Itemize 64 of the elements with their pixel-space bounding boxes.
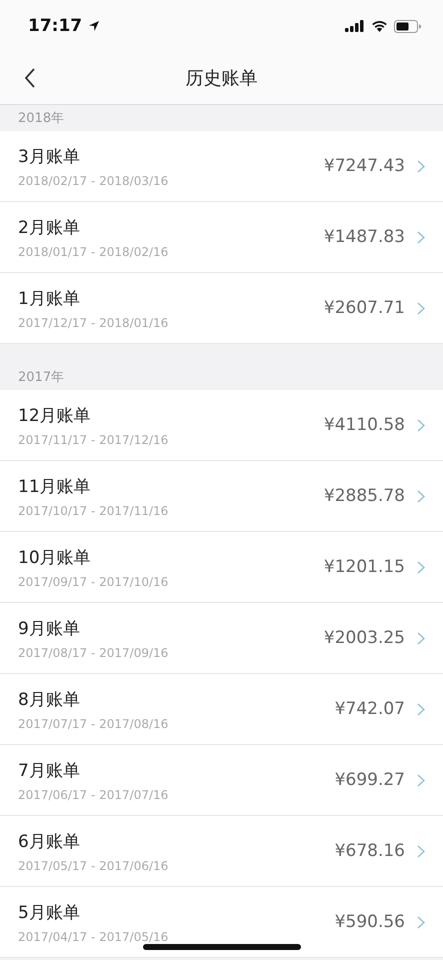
bill-title: 11月账单 xyxy=(18,476,92,498)
bill-title: 1月账单 xyxy=(18,288,81,310)
bill-period: 2017/09/17 - 2017/10/16 xyxy=(18,574,170,588)
chevron-right-icon xyxy=(417,844,425,858)
chevron-right-icon xyxy=(417,418,425,432)
bill-title: 10月账单 xyxy=(18,546,92,568)
location-arrow-icon xyxy=(88,20,100,32)
bill-period: 2017/04/17 - 2017/05/16 xyxy=(18,930,170,944)
bill-amount: ¥7247.43 xyxy=(324,156,405,176)
bill-list-item[interactable]: 10月账单 2017/09/17 - 2017/10/16 ¥1201.15 xyxy=(0,532,443,603)
bill-period: 2017/10/17 - 2017/11/16 xyxy=(18,504,170,518)
bill-list-item[interactable]: 6月账单 2017/05/17 - 2017/06/16 ¥678.16 xyxy=(0,816,443,887)
bill-title: 9月账单 xyxy=(18,618,81,640)
chevron-right-icon xyxy=(417,916,425,928)
bill-list-item[interactable]: 7月账单 2017/06/17 - 2017/07/16 ¥699.27 xyxy=(0,745,443,816)
status-time: 17:17 xyxy=(28,16,82,36)
chevron-right-icon xyxy=(417,160,425,172)
bill-title: 6月账单 xyxy=(18,830,81,852)
bill-list-item[interactable]: 8月账单 2017/07/17 - 2017/08/16 ¥742.07 xyxy=(0,674,443,745)
bill-amount: ¥1487.83 xyxy=(324,227,405,247)
battery-icon xyxy=(394,20,421,32)
bill-period: 2018/02/17 - 2018/03/16 xyxy=(18,174,170,188)
back-chevron-icon xyxy=(24,68,36,88)
bill-period: 2017/08/17 - 2017/09/16 xyxy=(18,646,170,660)
bill-amount: ¥590.56 xyxy=(334,912,405,932)
bill-title: 8月账单 xyxy=(18,688,81,710)
chevron-right-icon xyxy=(417,230,425,244)
page-title: 历史账单 xyxy=(186,67,258,90)
bill-list-item[interactable]: 9月账单 2017/08/17 - 2017/09/16 ¥2003.25 xyxy=(0,603,443,674)
bill-list-item[interactable]: 11月账单 2017/10/17 - 2017/11/16 ¥2885.78 xyxy=(0,461,443,532)
bill-title: 3月账单 xyxy=(18,146,81,168)
bill-period: 2017/05/17 - 2017/06/16 xyxy=(18,858,170,872)
bill-list-item[interactable]: 5月账单 2017/04/17 - 2017/05/16 ¥590.56 xyxy=(0,887,443,958)
wifi-icon xyxy=(371,20,388,32)
chevron-right-icon xyxy=(417,702,425,716)
bill-list-item[interactable]: 3月账单 2018/02/17 - 2018/03/16 ¥7247.43 xyxy=(0,131,443,202)
bill-amount: ¥699.27 xyxy=(334,770,405,790)
section-header: 2017年 xyxy=(18,369,64,386)
bill-period: 2017/12/17 - 2018/01/16 xyxy=(18,316,170,330)
chevron-right-icon xyxy=(417,302,425,314)
bill-period: 2018/01/17 - 2018/02/16 xyxy=(18,244,170,258)
section-header: 2018年 xyxy=(18,110,64,127)
bill-amount: ¥742.07 xyxy=(334,699,405,719)
bill-list-item[interactable]: 2月账单 2018/01/17 - 2018/02/16 ¥1487.83 xyxy=(0,202,443,273)
bill-title: 2月账单 xyxy=(18,216,81,238)
bill-amount: ¥2607.71 xyxy=(324,298,405,318)
chevron-right-icon xyxy=(417,490,425,502)
bill-amount: ¥1201.15 xyxy=(324,557,405,577)
chevron-right-icon xyxy=(417,774,425,786)
chevron-right-icon xyxy=(417,560,425,574)
bill-title: 12月账单 xyxy=(18,404,92,426)
bill-title: 5月账单 xyxy=(18,902,81,924)
bill-period: 2017/06/17 - 2017/07/16 xyxy=(18,788,170,802)
bill-period: 2017/07/17 - 2017/08/16 xyxy=(18,716,170,730)
bill-list-item[interactable]: 12月账单 2017/11/17 - 2017/12/16 ¥4110.58 xyxy=(0,390,443,461)
bill-list-item[interactable]: 1月账单 2017/12/17 - 2018/01/16 ¥2607.71 xyxy=(0,273,443,344)
chevron-right-icon xyxy=(417,632,425,644)
signal-icon xyxy=(345,20,365,32)
bill-amount: ¥4110.58 xyxy=(324,415,405,435)
bill-amount: ¥2003.25 xyxy=(324,628,405,648)
bill-amount: ¥678.16 xyxy=(334,841,405,861)
bill-title: 7月账单 xyxy=(18,760,81,782)
bill-period: 2017/11/17 - 2017/12/16 xyxy=(18,432,170,446)
bill-amount: ¥2885.78 xyxy=(324,486,405,506)
